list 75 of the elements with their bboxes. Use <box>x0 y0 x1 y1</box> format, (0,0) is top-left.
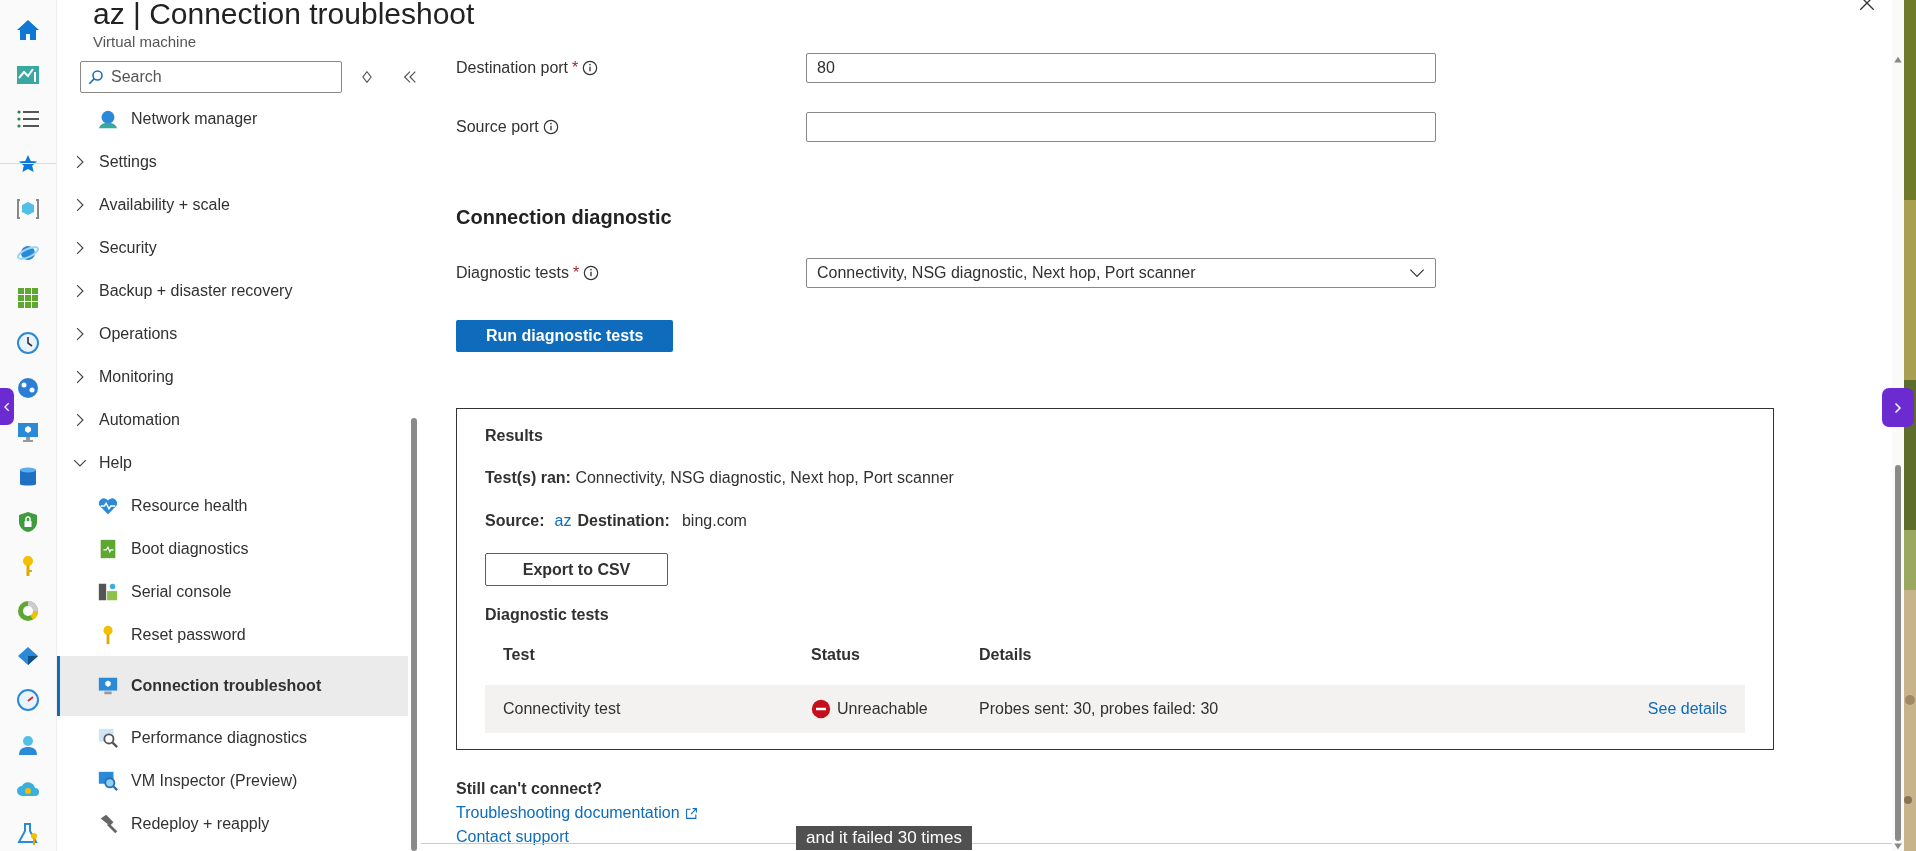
nav-group[interactable]: Operations <box>57 312 408 355</box>
dropdown[interactable]: Connectivity, NSG diagnostic, Next hop, Port scanner <box>806 258 1436 288</box>
required-mark: * <box>572 59 579 77</box>
page-subtitle: Virtual machine <box>93 33 198 50</box>
flask-icon[interactable] <box>16 822 40 847</box>
help-link[interactable]: Troubleshooting documentation <box>456 804 698 822</box>
nav-item[interactable]: VM Inspector (Preview) <box>57 759 408 802</box>
details-link[interactable]: See details <box>1647 700 1727 718</box>
monitor-icon[interactable] <box>16 420 40 445</box>
search-icon <box>87 68 105 86</box>
input-field[interactable]: 80 <box>806 53 1436 83</box>
info-icon[interactable] <box>582 60 599 76</box>
collapse-menu-icon[interactable] <box>402 69 418 85</box>
info-icon[interactable] <box>583 265 600 281</box>
nav-group[interactable]: Settings <box>57 140 408 183</box>
input-field[interactable] <box>806 112 1436 142</box>
nav-group[interactable]: Automation <box>57 398 408 441</box>
clock-icon[interactable] <box>16 330 40 355</box>
expand-button[interactable] <box>1882 388 1914 427</box>
info-icon[interactable] <box>542 119 559 135</box>
page-title: az | Connection troubleshoot <box>93 0 475 31</box>
table-title: Diagnostic tests <box>485 606 610 624</box>
grid-icon[interactable] <box>16 286 40 311</box>
nav-group[interactable]: Availability + scale <box>57 183 408 226</box>
monitor-icon <box>97 675 119 697</box>
nav-item[interactable]: Connection troubleshoot <box>57 656 408 716</box>
table-cell-text: Connectivity test <box>503 700 622 718</box>
status-text: Unreachable <box>837 700 928 718</box>
nav-item[interactable]: Network manager <box>57 97 408 140</box>
section-heading: Connection diagnostic <box>456 206 673 229</box>
column-header: Status <box>811 646 861 664</box>
nav-group[interactable]: Backup + disaster recovery <box>57 269 408 312</box>
sort-icon[interactable] <box>360 70 374 84</box>
shield-icon[interactable] <box>16 509 40 534</box>
column-header: Details <box>979 646 1033 664</box>
scrollbar-thumb[interactable] <box>1895 465 1901 841</box>
video-caption: and it failed 30 times <box>796 826 972 850</box>
nav-item[interactable]: Performance diagnostics <box>57 716 408 759</box>
results-title: Results <box>485 427 544 445</box>
external-link-icon <box>684 806 698 820</box>
column-header: Test <box>503 646 536 664</box>
nav-group[interactable]: Monitoring <box>57 355 408 398</box>
gauge-icon[interactable] <box>16 688 40 713</box>
monitor-magnifier-icon <box>97 769 119 792</box>
nav-group[interactable]: Security <box>57 226 408 269</box>
source-link[interactable]: az <box>554 512 572 530</box>
field-label: Source port <box>456 118 539 136</box>
nav-item[interactable]: Redeploy + reapply <box>57 802 408 845</box>
field-label: Destination port <box>456 59 569 77</box>
help-link[interactable]: Contact support <box>456 828 569 846</box>
search-field[interactable]: Search <box>80 61 342 93</box>
required-mark: * <box>572 264 580 282</box>
coin-icon[interactable] <box>16 598 40 623</box>
help-title: Still can't connect? <box>456 780 604 798</box>
nav-item[interactable]: Boot diagnostics <box>57 527 408 570</box>
magnifier-icon <box>97 726 119 749</box>
source-label: Source: <box>485 512 545 530</box>
field-label: Diagnostic tests <box>456 264 569 282</box>
export-button[interactable]: Export to CSV <box>485 553 668 586</box>
cube-icon[interactable] <box>16 196 40 221</box>
scrollbar-thumb[interactable] <box>411 418 417 851</box>
nav-item[interactable]: Serial console <box>57 570 408 613</box>
collapse-button[interactable] <box>0 388 14 425</box>
destination-label: Destination: <box>577 512 670 530</box>
nav-item[interactable]: Resource health <box>57 484 408 527</box>
nav-item[interactable]: Reset password <box>57 613 408 656</box>
run-button[interactable]: Run diagnostic tests <box>456 320 674 352</box>
scroll-up-icon[interactable] <box>1893 55 1903 65</box>
nav-group[interactable]: Help <box>57 441 408 484</box>
destination-value: bing.com <box>681 512 747 530</box>
home-icon[interactable] <box>16 18 40 42</box>
person-icon[interactable] <box>16 733 40 757</box>
table-cell-text: Probes sent: 30, probes failed: 30 <box>979 700 1220 718</box>
scroll-down-icon[interactable] <box>1893 841 1903 851</box>
tests-ran: Test(s) ran: Connectivity, NSG diagnostic, Next hop, Port scanner <box>485 469 954 486</box>
